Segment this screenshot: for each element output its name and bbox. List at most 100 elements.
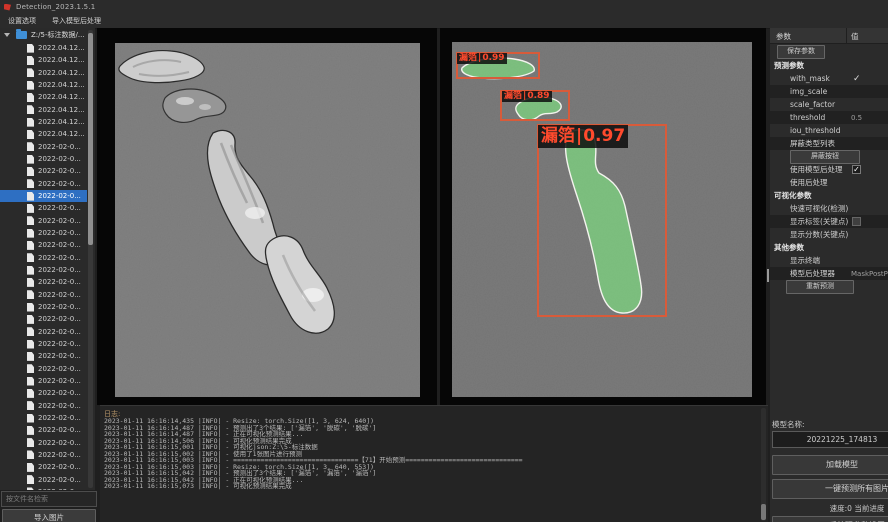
tree-file-label: 2022-02-0... — [38, 414, 81, 422]
param-row[interactable]: 使用后处理 — [770, 176, 888, 189]
tree-file-item[interactable]: 2022-02-0... — [0, 141, 87, 153]
tree-file-item[interactable]: 2022-02-0... — [0, 264, 87, 276]
param-value[interactable]: MaskPostPro — [851, 270, 888, 278]
tree-file-item[interactable]: 2022.04.12... — [0, 128, 87, 140]
tree-file-item[interactable]: 2022-02-0... — [0, 227, 87, 239]
tree-file-item[interactable]: 2022-02-0... — [0, 326, 87, 338]
model-name-field[interactable]: 20221225_174813 — [772, 431, 888, 448]
param-row[interactable]: 快速可视化(检测) — [770, 202, 888, 215]
detection-score: 0.97 — [583, 126, 625, 147]
re-predict-button[interactable]: 重新预测 — [786, 280, 854, 294]
save-params-button[interactable]: 保存参数 — [777, 45, 825, 59]
detection-score: 0.99 — [482, 53, 504, 64]
tree-file-label: 2022.04.12... — [38, 106, 85, 114]
tree-file-item[interactable]: 2022-02-0... — [0, 215, 87, 227]
tree-file-item[interactable]: 2022-02-0... — [0, 338, 87, 350]
param-row[interactable]: 显示分数(关键点) — [770, 228, 888, 241]
load-model-button[interactable]: 加载模型 — [772, 455, 888, 475]
tree-file-item[interactable]: 2022-02-0... — [0, 165, 87, 177]
tree-file-item[interactable]: 2022-02-0... — [0, 239, 87, 251]
tree-file-item[interactable]: 2022.04.12... — [0, 54, 87, 66]
param-label: 使用模型后处理 — [770, 164, 843, 175]
log-scrollbar[interactable] — [761, 408, 766, 521]
tree-file-item[interactable]: 2022-02-0... — [0, 252, 87, 264]
tree-file-item[interactable]: 2022-02-0... — [0, 400, 87, 412]
tree-file-item[interactable]: 2022.04.12... — [0, 67, 87, 79]
tree-file-item[interactable]: 2022-02-0... — [0, 153, 87, 165]
param-row[interactable]: 模型后处理器MaskPostPro — [770, 267, 888, 280]
search-input[interactable] — [1, 491, 97, 507]
tree-file-label: 2022-02-0... — [38, 155, 81, 163]
tree-file-item[interactable]: 2022-02-0... — [0, 350, 87, 362]
tree-file-label: 2022-02-0... — [38, 463, 81, 471]
import-image-button[interactable]: 导入图片 — [2, 509, 96, 522]
tree-file-item[interactable]: 2022-02-0... — [0, 289, 87, 301]
tree-file-item[interactable]: 2022-02-0... — [0, 486, 87, 490]
param-label: threshold — [770, 113, 825, 122]
param-row[interactable]: scale_factor — [770, 98, 888, 111]
tree-file-item[interactable]: 2022-02-0... — [0, 301, 87, 313]
tree-file-item[interactable]: 2022-02-0... — [0, 276, 87, 288]
param-label: 快速可视化(检测) — [770, 203, 848, 214]
param-button-row[interactable]: 重新预测 — [770, 280, 888, 293]
tree-scrollbar-handle[interactable] — [88, 33, 93, 245]
tree-file-item[interactable]: 2022.04.12... — [0, 116, 87, 128]
param-row[interactable]: 显示标签(关键点) — [770, 215, 888, 228]
param-row[interactable]: img_scale — [770, 85, 888, 98]
param-row[interactable]: 屏蔽类型列表 — [770, 137, 888, 150]
prediction-image[interactable]: 漏箔|0.99 漏箔|0.89 漏箔|0.97 — [452, 42, 752, 397]
param-button-row[interactable]: 屏蔽按钮 — [770, 150, 888, 163]
tree-file-label: 2022-02-0... — [38, 315, 81, 323]
tree-file-item[interactable]: 2022-02-0... — [0, 313, 87, 325]
tree-file-item[interactable]: 2022-02-0... — [0, 387, 87, 399]
file-icon — [27, 229, 34, 238]
original-image[interactable] — [115, 43, 420, 397]
predict-all-button[interactable]: 一键预测所有图片 — [772, 479, 888, 499]
tree-file-item[interactable]: 2022-02-0... — [0, 363, 87, 375]
tree-file-item[interactable]: 2022-02-0... — [0, 437, 87, 449]
menu-settings[interactable]: 设置选项 — [0, 16, 44, 26]
mask-types-button[interactable]: 屏蔽按钮 — [790, 150, 860, 164]
vertical-splitter-handle[interactable] — [767, 269, 769, 282]
file-tree-panel: Z:/5-标注数据/... 2022.04.12...2022.04.12...… — [0, 28, 95, 490]
param-row[interactable]: threshold 0.5 — [770, 111, 888, 124]
file-icon — [27, 364, 34, 373]
file-icon — [27, 303, 34, 312]
tree-file-item[interactable]: 2022-02-0... — [0, 449, 87, 461]
tree-file-item[interactable]: 2022.04.12... — [0, 42, 87, 54]
param-checkbox[interactable] — [852, 217, 861, 226]
tree-scrollbar[interactable] — [88, 30, 93, 488]
file-icon — [27, 426, 34, 435]
file-icon — [27, 463, 34, 472]
tree-file-label: 2022-02-0... — [38, 192, 81, 200]
tree-file-item[interactable]: 2022.04.12... — [0, 91, 87, 103]
tree-file-item[interactable]: 2022-02-0... — [0, 202, 87, 214]
tree-file-item[interactable]: 2022.04.12... — [0, 79, 87, 91]
log-scrollbar-handle[interactable] — [761, 504, 766, 520]
file-icon — [27, 56, 34, 65]
menu-import-postprocess[interactable]: 导入模型后处理 — [44, 16, 109, 26]
param-row[interactable]: iou_threshold — [770, 124, 888, 137]
tree-expand-icon[interactable] — [4, 33, 10, 37]
detection-label-2: 漏箔|0.89 — [502, 91, 552, 102]
tree-file-item[interactable]: 2022-02-0... — [0, 424, 87, 436]
postprocess-settings-button[interactable]: 后处理参数设置 — [772, 516, 888, 522]
param-label: iou_threshold — [770, 126, 841, 135]
tree-file-item[interactable]: 2022-02-0... — [0, 178, 87, 190]
tree-file-item[interactable]: 2022-02-0... — [0, 412, 87, 424]
tree-file-item[interactable]: 2022-02-0... — [0, 461, 87, 473]
param-value[interactable]: 0.5 — [851, 114, 862, 122]
file-icon — [27, 44, 34, 53]
tree-file-label: 2022-02-0... — [38, 217, 81, 225]
tree-file-item[interactable]: 2022-02-0... — [0, 375, 87, 387]
param-row[interactable]: 使用模型后处理 ✓ — [770, 163, 888, 176]
tree-file-item[interactable]: 2022-02-0... — [0, 190, 87, 202]
tree-file-item[interactable]: 2022.04.12... — [0, 104, 87, 116]
tree-root[interactable]: Z:/5-标注数据/... — [0, 29, 85, 41]
tree-file-item[interactable]: 2022-02-0... — [0, 473, 87, 485]
param-checkbox[interactable]: ✓ — [852, 165, 861, 174]
file-icon — [27, 352, 34, 361]
tree-file-label: 2022-02-0... — [38, 352, 81, 360]
param-row[interactable]: with_mask✓ — [770, 72, 888, 85]
param-row[interactable]: 显示终端 — [770, 254, 888, 267]
